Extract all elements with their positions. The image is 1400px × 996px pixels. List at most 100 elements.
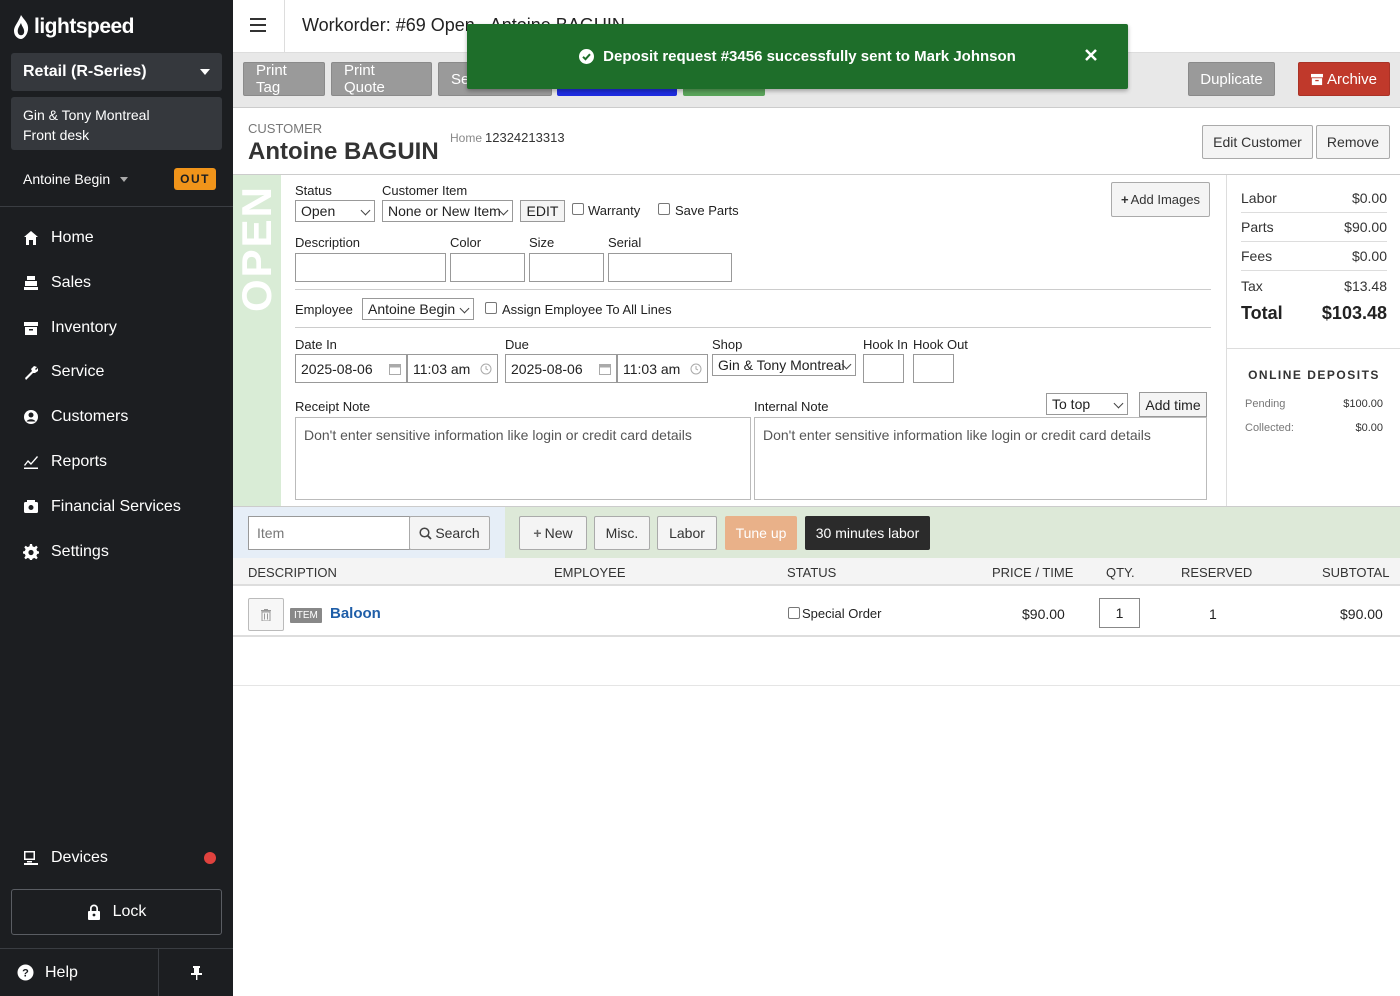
shop-select[interactable]: Gin & Tony Montreal xyxy=(712,354,856,376)
due-time-value: 11:03 am xyxy=(623,360,681,377)
archive-button[interactable]: Archive xyxy=(1298,62,1390,96)
receipt-note-textarea[interactable]: Don't enter sensitive information like l… xyxy=(295,417,751,500)
sidebar-item-devices[interactable]: Devices xyxy=(23,846,108,870)
customer-item-select[interactable]: None or New Item xyxy=(382,200,513,222)
customers-icon xyxy=(24,410,38,424)
color-label: Color xyxy=(450,235,482,250)
sidebar-item-inventory[interactable]: Inventory xyxy=(23,316,117,340)
help-button[interactable]: ? Help xyxy=(0,948,159,996)
remove-customer-button[interactable]: Remove xyxy=(1316,125,1390,159)
item-search-input[interactable]: Item xyxy=(248,516,410,550)
date-in-input[interactable]: 2025-08-06 xyxy=(295,354,407,383)
time-in-value: 11:03 am xyxy=(413,360,471,377)
new-item-button[interactable]: + New xyxy=(519,516,587,550)
store-select[interactable]: Retail (R-Series) xyxy=(11,53,222,91)
deposit-pending-label: Pending xyxy=(1245,398,1286,410)
internal-note-textarea[interactable]: Don't enter sensitive information like l… xyxy=(754,417,1207,500)
store-select-label: Retail (R-Series) xyxy=(23,63,147,80)
status-select-value: Open xyxy=(301,203,336,219)
thirty-minutes-labor-button[interactable]: 30 minutes labor xyxy=(805,516,930,550)
lock-button[interactable]: Lock xyxy=(11,889,222,935)
user-name: Antoine Begin xyxy=(23,171,111,187)
time-in-input[interactable]: 11:03 am xyxy=(407,354,498,383)
user-menu[interactable]: Antoine Begin OUT xyxy=(23,167,216,191)
print-quote-button[interactable]: Print Quote xyxy=(331,62,432,96)
lock-label: Lock xyxy=(112,903,147,920)
employee-select-value: Antoine Begin xyxy=(368,301,456,317)
line-item-link[interactable]: Baloon xyxy=(330,605,381,622)
sidebar-item-customers[interactable]: Customers xyxy=(23,405,128,429)
labor-button[interactable]: Labor xyxy=(657,516,717,550)
to-top-select[interactable]: To top xyxy=(1046,393,1128,415)
assign-employee-checkbox[interactable] xyxy=(485,302,497,314)
edit-customer-button[interactable]: Edit Customer xyxy=(1202,125,1313,159)
sidebar-item-reports[interactable]: Reports xyxy=(23,450,107,474)
tune-up-button[interactable]: Tune up xyxy=(725,516,797,550)
warranty-checkbox[interactable] xyxy=(572,203,584,215)
reports-icon xyxy=(24,456,38,469)
close-icon[interactable] xyxy=(1084,48,1098,62)
edit-item-button[interactable]: EDIT xyxy=(520,200,565,222)
customer-phone: Home 12324213313 xyxy=(450,130,565,145)
sidebar-item-home[interactable]: Home xyxy=(23,226,94,250)
print-tag-button[interactable]: Print Tag xyxy=(243,62,325,96)
hook-out-input[interactable] xyxy=(913,354,954,383)
summary-row-labor: Labor $0.00 xyxy=(1241,184,1387,213)
employee-select[interactable]: Antoine Begin xyxy=(362,298,474,320)
location-block[interactable]: Gin & Tony Montreal Front desk xyxy=(11,97,222,150)
sidebar: lightspeed Retail (R-Series) Gin & Tony … xyxy=(0,0,233,996)
add-time-button[interactable]: Add time xyxy=(1139,392,1207,417)
hook-in-input[interactable] xyxy=(863,354,904,383)
help-label: Help xyxy=(45,963,78,981)
hamburger-menu-icon[interactable] xyxy=(250,18,266,32)
item-entry-bar: Item Search + New Misc. Labor Tune up 30 … xyxy=(233,506,1400,559)
lightspeed-logo[interactable]: lightspeed xyxy=(12,12,135,42)
misc-button[interactable]: Misc. xyxy=(594,516,650,550)
sidebar-item-financial-services[interactable]: Financial Services xyxy=(23,495,181,519)
summary-label: Labor xyxy=(1241,190,1277,206)
save-parts-checkbox[interactable] xyxy=(658,203,670,215)
svg-text:?: ? xyxy=(22,968,29,980)
sidebar-item-settings[interactable]: Settings xyxy=(23,540,109,564)
sidebar-item-label: Devices xyxy=(51,849,108,866)
summary-value: $0.00 xyxy=(1351,248,1387,264)
clock-status-badge[interactable]: OUT xyxy=(174,168,216,190)
receipt-note-label: Receipt Note xyxy=(295,399,371,414)
special-order-checkbox[interactable] xyxy=(788,607,800,619)
pin-sidebar-button[interactable] xyxy=(159,965,233,980)
form-divider xyxy=(295,289,1211,290)
duplicate-button[interactable]: Duplicate xyxy=(1188,62,1275,96)
description-label: Description xyxy=(295,235,361,250)
delete-line-button[interactable] xyxy=(248,598,284,631)
assign-employee-label: Assign Employee To All Lines xyxy=(502,302,672,317)
column-header-subtotal: SUBTOTAL xyxy=(1322,565,1390,580)
add-images-button[interactable]: + Add Images xyxy=(1111,182,1210,217)
archive-label: Archive xyxy=(1326,70,1377,88)
due-time-input[interactable]: 11:03 am xyxy=(617,354,708,383)
sidebar-item-label: Inventory xyxy=(51,319,117,336)
description-input[interactable] xyxy=(295,253,446,282)
service-icon xyxy=(25,366,38,380)
toast-message: Deposit request #3456 successfully sent … xyxy=(603,48,1016,65)
column-header-status: STATUS xyxy=(787,565,837,580)
serial-input[interactable] xyxy=(608,253,732,282)
topbar-divider xyxy=(284,0,285,53)
sidebar-item-sales[interactable]: Sales xyxy=(23,271,91,295)
quantity-input[interactable]: 1 xyxy=(1099,598,1140,628)
devices-alert-indicator xyxy=(204,852,216,864)
sidebar-divider xyxy=(0,206,233,207)
sidebar-item-service[interactable]: Service xyxy=(23,360,104,384)
color-input[interactable] xyxy=(450,253,525,282)
devices-icon xyxy=(24,851,38,865)
due-date-input[interactable]: 2025-08-06 xyxy=(505,354,617,383)
size-input[interactable] xyxy=(529,253,604,282)
status-select[interactable]: Open xyxy=(295,200,375,222)
online-deposits-title: ONLINE DEPOSITS xyxy=(1248,368,1380,382)
summary-value: $0.00 xyxy=(1351,190,1387,206)
search-button[interactable]: Search xyxy=(409,516,490,550)
customer-name[interactable]: Antoine BAGUIN xyxy=(248,138,439,166)
deposit-collected-row: Collected: $0.00 xyxy=(1245,422,1383,434)
workorder-form: OPEN Status Open Customer Item None or N… xyxy=(233,175,1226,506)
total-value: $103.48 xyxy=(1321,303,1387,323)
form-divider xyxy=(295,327,1211,328)
